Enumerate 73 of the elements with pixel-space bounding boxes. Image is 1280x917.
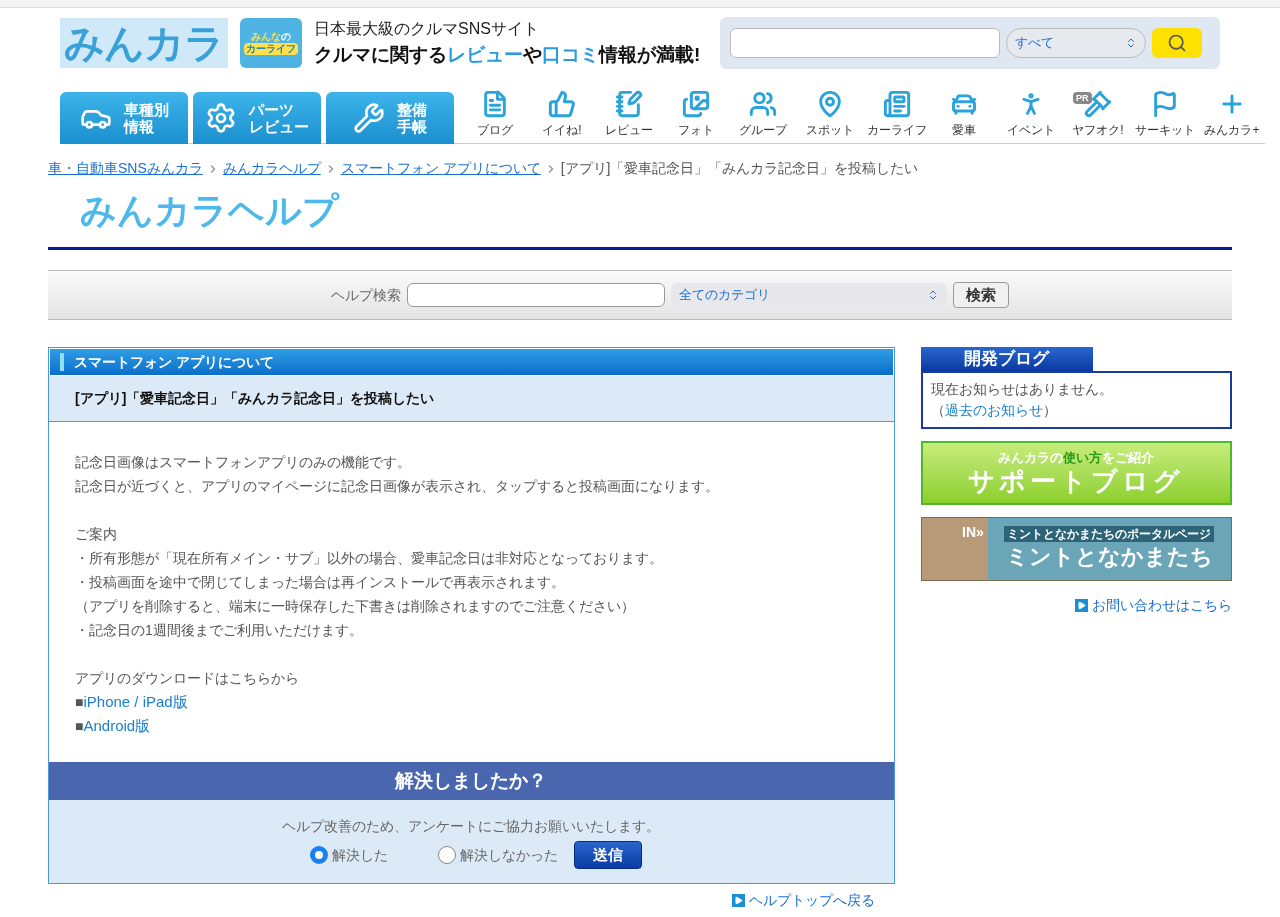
- document-icon: [481, 90, 509, 118]
- body-text: 記念日が近づくと、アプリのマイページに記念日画像が表示され、タップすると投稿画面になります。: [75, 477, 720, 496]
- nav-icon-item[interactable]: イイね!: [529, 92, 595, 143]
- radio-button[interactable]: [310, 846, 329, 864]
- flag-icon: [1151, 90, 1179, 118]
- catchphrase: クルマに関する レビューや口コミ情報が満載!: [314, 42, 701, 67]
- wrench-icon: [353, 102, 385, 134]
- radio-option[interactable]: 解決しなかった: [438, 844, 559, 866]
- updown-icon: [927, 289, 939, 301]
- help-top-link[interactable]: ヘルプトップへ戻る: [731, 890, 875, 911]
- tagline: 日本最大級のクルマSNSサイト: [314, 18, 540, 39]
- body-text: 記念日画像はスマートフォンアプリのみの機能です。: [75, 453, 412, 472]
- car-life-badge: みんなの カーライフ: [240, 18, 302, 68]
- body-text: アプリのダウンロードはこちらから: [75, 669, 300, 688]
- main-nav-tab[interactable]: 整備 手帳: [326, 92, 454, 144]
- map-pin-icon: [816, 90, 844, 118]
- portal-banner[interactable]: IN» ミントとなかまたちのポータルページ ミントとなかまたち: [920, 517, 1232, 581]
- people-icon: [749, 90, 777, 118]
- notebook-icon: [615, 90, 643, 118]
- contact-link[interactable]: お問い合わせはこちら: [1075, 595, 1232, 616]
- help-search-field[interactable]: [407, 283, 665, 307]
- search-field[interactable]: [730, 28, 1000, 58]
- body-text: ・記念日の1週間後までご利用いただけます。: [75, 621, 364, 640]
- notice-text: 現在お知らせはありません。: [930, 380, 1114, 399]
- radio-option[interactable]: 解決した: [310, 844, 389, 866]
- help-logo: みんカラヘルプ: [80, 189, 341, 233]
- scope-select[interactable]: すべて: [1006, 28, 1146, 58]
- nav-icon-item[interactable]: PR ヤフオク!: [1065, 92, 1131, 143]
- search-button[interactable]: [1152, 28, 1202, 58]
- play-icon: [731, 894, 745, 907]
- search-icon: [1167, 33, 1187, 53]
- nav-icon-item[interactable]: イベント: [998, 92, 1064, 143]
- gear-icon: [205, 102, 237, 134]
- thumbs-up-icon: [548, 90, 576, 118]
- category-header: スマートフォン アプリについて: [49, 348, 894, 376]
- body-text: （アプリを削除すると、端末に一時保存した下書きは削除されますのでご注意ください）: [75, 597, 636, 616]
- nav-icon-item[interactable]: レビュー: [596, 92, 662, 143]
- past-notices-link[interactable]: 過去のお知らせ: [944, 400, 1043, 421]
- nav-icon-item[interactable]: グループ: [730, 92, 796, 143]
- square-bullet-icon: ■: [75, 690, 84, 714]
- breadcrumb-current: [アプリ]「愛車記念日」「みんカラ記念日」を投稿したい: [560, 159, 919, 178]
- body-text: ・所有形態が「現在所有メイン・サブ」以外の場合、愛車記念日は非対応となっております。: [75, 549, 664, 568]
- body-text: ご案内: [75, 525, 118, 544]
- download-link[interactable]: Android版: [83, 714, 151, 738]
- survey-prompt: ヘルプ改善のため、アンケートにご協力お願いいたします。: [282, 817, 661, 836]
- nav-icon-item[interactable]: スポット: [797, 92, 863, 143]
- submit-button[interactable]: 送信: [574, 841, 643, 869]
- help-search-label: ヘルプ検索: [331, 285, 401, 305]
- body-text: ・投稿画面を途中で閉じてしまった場合は再インストールで再表示されます。: [75, 573, 566, 592]
- pr-badge: PR: [1073, 92, 1092, 104]
- play-icon: [1075, 599, 1088, 612]
- photos-icon: [682, 90, 710, 118]
- main-nav-tab[interactable]: パーツ レビュー: [193, 92, 321, 144]
- paren-text: ）: [1042, 401, 1057, 420]
- newspaper-icon: [883, 90, 911, 118]
- square-bullet-icon: ■: [75, 714, 84, 738]
- paren-text: （: [930, 401, 945, 420]
- nav-icon-item[interactable]: ブログ: [462, 92, 528, 143]
- nav-icon-item[interactable]: みんカラ+: [1199, 92, 1265, 143]
- nav-icon-item[interactable]: フォト: [663, 92, 729, 143]
- article-title: [アプリ]「愛車記念日」「みんカラ記念日」を投稿したい: [49, 376, 894, 422]
- breadcrumb-link[interactable]: スマートフォン アプリについて: [340, 158, 541, 179]
- radio-button[interactable]: [438, 846, 457, 864]
- nav-icon-item[interactable]: サーキット: [1132, 92, 1198, 143]
- help-search-button[interactable]: 検索: [953, 282, 1009, 308]
- breadcrumb-link[interactable]: みんカラヘルプ: [222, 158, 321, 179]
- breadcrumb-link[interactable]: 車・自動車SNSみんカラ: [48, 158, 203, 179]
- survey-header: 解決しましたか？: [49, 762, 894, 800]
- nav-icon-item[interactable]: 愛車: [931, 92, 997, 143]
- updown-icon: [1125, 37, 1137, 49]
- main-nav-tab[interactable]: 車種別 情報: [60, 92, 188, 144]
- nav-icon-item[interactable]: カーライフ: [864, 92, 930, 143]
- download-link[interactable]: iPhone / iPad版: [83, 690, 188, 714]
